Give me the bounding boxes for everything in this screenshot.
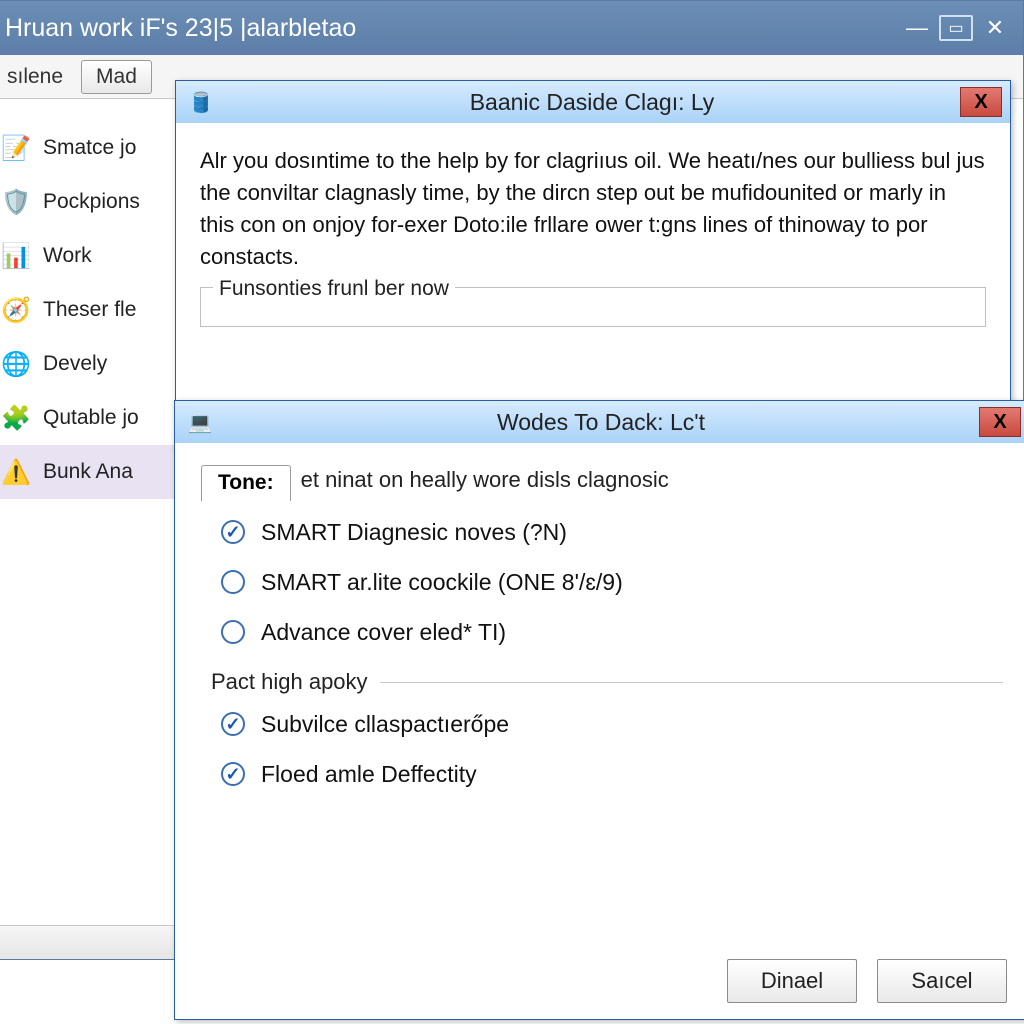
sidebar-label-4: Devely — [43, 352, 107, 376]
main-titlebar: Hruan work iF's 23|5 |alarbletao — ▭ ✕ — [0, 1, 1023, 55]
close-button[interactable]: ✕ — [977, 14, 1013, 42]
sidebar-label-1: Pockpions — [43, 190, 140, 214]
pact-option-1[interactable]: Floed amle Deffectity — [201, 749, 1003, 799]
diag-label-1: SMART ar.lite coockile (ONE 8'/ɛ/9) — [261, 569, 623, 596]
checkmark-icon[interactable] — [221, 762, 245, 786]
dialog-baanic: 🛢️ Baanic Daside Clagı: Ly X Alr you dos… — [175, 80, 1011, 450]
toolbar-btn-1[interactable]: sılene — [0, 61, 77, 93]
sidebar-label-2: Work — [43, 244, 92, 268]
sidebar-label-0: Smatce jo — [43, 136, 136, 160]
cancel-button[interactable]: Saıcel — [877, 959, 1007, 1003]
database-icon: 🛢️ — [188, 89, 214, 115]
dialog1-groupbox: Funsonties frunl ber now — [200, 287, 986, 327]
sidebar-icon-1: 🛡️ — [1, 187, 31, 217]
diag-option-0[interactable]: SMART Diagnesic noves (?N) — [201, 507, 1003, 557]
tab-description: et ninat on heally wore disls clagnosic — [301, 467, 669, 501]
tab-tone[interactable]: Tone: — [201, 465, 291, 501]
maximize-button[interactable]: ▭ — [939, 15, 973, 41]
sidebar-label-5: Qutable jo — [43, 406, 139, 430]
dialog1-text: Alr you dosıntime to the help by for cla… — [200, 145, 986, 273]
pact-option-0[interactable]: Subvilce cllaspactıerőpe — [201, 699, 1003, 749]
dialog2-titlebar[interactable]: 💻 Wodes To Dack: Lc't X — [175, 401, 1024, 443]
divider — [380, 682, 1003, 683]
sidebar-icon-2: 📊 — [1, 241, 31, 271]
dialog1-close-button[interactable]: X — [960, 87, 1002, 117]
dialog1-title: Baanic Daside Clagı: Ly — [224, 89, 960, 116]
dialog2-title: Wodes To Dack: Lc't — [223, 409, 979, 436]
pact-label-0: Subvilce cllaspactıerőpe — [261, 711, 509, 738]
minimize-button[interactable]: — — [899, 14, 935, 42]
section2-header: Pact high apoky — [211, 669, 368, 695]
sidebar-icon-3: 🧭 — [1, 295, 31, 325]
sidebar-icon-0: 📝 — [1, 133, 31, 163]
diag-option-2[interactable]: Advance cover eled* TI) — [201, 607, 1003, 657]
radio-icon[interactable] — [221, 620, 245, 644]
dialog-wodes: 💻 Wodes To Dack: Lc't X Tone: et ninat o… — [174, 400, 1024, 1020]
sidebar-icon-4: 🌐 — [1, 349, 31, 379]
toolbar-btn-2[interactable]: Mad — [81, 60, 152, 94]
sidebar-label-6: Bunk Ana — [43, 460, 133, 484]
dialog2-close-button[interactable]: X — [979, 407, 1021, 437]
dialog1-titlebar[interactable]: 🛢️ Baanic Daside Clagı: Ly X — [176, 81, 1010, 123]
groupbox-legend: Funsonties frunl ber now — [213, 274, 455, 304]
sidebar-icon-6: ⚠️ — [1, 457, 31, 487]
computer-icon: 💻 — [187, 409, 213, 435]
diag-option-1[interactable]: SMART ar.lite coockile (ONE 8'/ɛ/9) — [201, 557, 1003, 607]
ok-button[interactable]: Dinael — [727, 959, 857, 1003]
diag-label-0: SMART Diagnesic noves (?N) — [261, 519, 567, 546]
radio-icon[interactable] — [221, 570, 245, 594]
checkmark-icon[interactable] — [221, 712, 245, 736]
main-title: Hruan work iF's 23|5 |alarbletao — [5, 14, 895, 43]
sidebar-icon-5: 🧩 — [1, 403, 31, 433]
sidebar-label-3: Theser fle — [43, 298, 136, 322]
checkmark-icon[interactable] — [221, 520, 245, 544]
pact-label-1: Floed amle Deffectity — [261, 761, 477, 788]
diag-label-2: Advance cover eled* TI) — [261, 619, 506, 646]
